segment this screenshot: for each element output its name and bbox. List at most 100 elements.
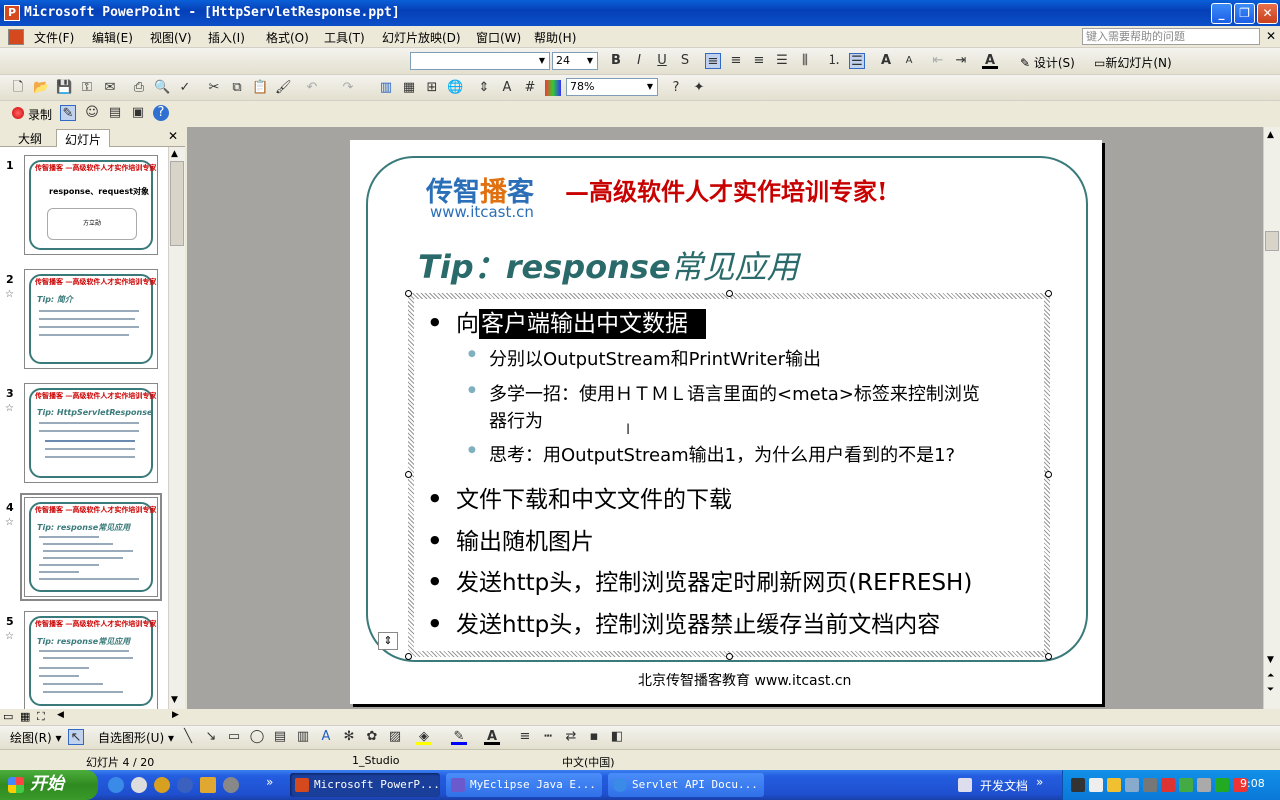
resize-handle[interactable]	[1045, 290, 1052, 297]
slide-thumbnail-2[interactable]: 传智播客 —高级软件人才实作培训专家! Tip: 简介	[24, 269, 158, 369]
shadow-icon[interactable]: S	[677, 53, 693, 69]
font-size-combo[interactable]: 24 ▼	[552, 52, 598, 70]
research-icon[interactable]: ✦	[691, 80, 707, 96]
dash-style-icon[interactable]: ┅	[540, 729, 556, 745]
tray-icon[interactable]	[1179, 778, 1193, 792]
insert-chart-icon[interactable]: ▥	[378, 80, 394, 96]
oval-icon[interactable]: ◯	[249, 729, 265, 745]
line-color-icon[interactable]: ✎	[451, 729, 467, 745]
help-search-input[interactable]: 键入需要帮助的问题	[1082, 28, 1260, 45]
dev-docs-toolbar[interactable]: 开发文档	[980, 777, 1028, 794]
hyperlink-icon[interactable]: 🌐	[447, 80, 463, 96]
slide-thumbnail-3[interactable]: 传智播客 —高级软件人才实作培训专家! Tip: HttpServletResp…	[24, 383, 158, 483]
menu-insert[interactable]: 插入(I)	[208, 29, 245, 46]
sub-bullet-2-line1[interactable]: 多学一招：使用ＨＴＭＬ语言里面的<meta>标签来控制浏览	[489, 380, 980, 406]
align-left-icon[interactable]: ≡	[705, 53, 721, 69]
sub-bullet-3[interactable]: 思考：用OutputStream输出1，为什么用户看到的不是1?	[489, 441, 955, 467]
menu-edit[interactable]: 编辑(E)	[92, 29, 133, 46]
copy-icon[interactable]: ⧉	[229, 80, 245, 96]
quicklaunch-more-icon[interactable]: »	[266, 775, 273, 789]
sub-bullet-2-line2[interactable]: 器行为	[489, 407, 543, 433]
resize-handle[interactable]	[726, 290, 733, 297]
resize-handle[interactable]	[1045, 653, 1052, 660]
previous-slide-icon[interactable]: ⏶	[1267, 671, 1274, 681]
fill-color-icon[interactable]: ◈	[416, 729, 432, 745]
show-formatting-icon[interactable]: A	[499, 80, 515, 96]
font-color-icon[interactable]: A	[982, 53, 998, 69]
arrow-style-icon[interactable]: ⇄	[563, 729, 579, 745]
content-textbox[interactable]: ● 向客户端输出中文数据 ● 分别以OutputStream和PrintWrit…	[408, 293, 1050, 657]
numbering-icon[interactable]: ⒈	[826, 53, 842, 69]
tab-slides[interactable]: 幻灯片	[56, 129, 111, 147]
tray-icon[interactable]	[1107, 778, 1121, 792]
slide-thumbnail-4[interactable]: 传智播客 —高级软件人才实作培训专家! Tip: response常见应用	[20, 493, 162, 601]
font-name-combo[interactable]: ▼	[410, 52, 550, 70]
permission-icon[interactable]: ⚿	[79, 80, 95, 96]
menu-window[interactable]: 窗口(W)	[476, 29, 521, 46]
menu-view[interactable]: 视图(V)	[150, 29, 192, 46]
redo-icon[interactable]: ↷	[340, 80, 356, 96]
shadow-style-icon[interactable]: ▪	[586, 729, 602, 745]
slideshow-view-icon[interactable]: ⛶	[37, 710, 45, 724]
columns-icon[interactable]: ⫼	[797, 53, 813, 69]
minimize-button[interactable]: _	[1211, 3, 1232, 24]
pen-icon[interactable]: ✎	[60, 105, 76, 121]
scroll-thumb[interactable]	[170, 161, 184, 246]
picture-icon[interactable]: ▨	[387, 729, 403, 745]
rectangle-icon[interactable]: ▭	[226, 729, 242, 745]
record-button[interactable]: 录制	[28, 106, 52, 123]
font-color-icon[interactable]: A	[484, 729, 500, 745]
scroll-up-icon[interactable]: ▲	[1267, 130, 1274, 140]
underline-icon[interactable]: U	[654, 53, 670, 69]
tables-borders-icon[interactable]: ⊞	[424, 80, 440, 96]
resize-handle[interactable]	[405, 290, 412, 297]
line-style-icon[interactable]: ≡	[517, 729, 533, 745]
ie-icon[interactable]	[108, 777, 124, 793]
zoom-combo[interactable]: 78% ▼	[566, 78, 658, 96]
spelling-icon[interactable]: ✓	[177, 80, 193, 96]
start-button[interactable]: 开始	[0, 770, 98, 800]
task-servlet-docs[interactable]: Servlet API Docu...	[608, 773, 764, 797]
print-icon[interactable]: ⎙	[131, 80, 147, 96]
clipart-icon[interactable]: ✿	[364, 729, 380, 745]
maximize-button[interactable]: ❐	[1234, 3, 1255, 24]
3d-style-icon[interactable]: ◧	[609, 729, 625, 745]
new-file-icon[interactable]: 🗋	[10, 80, 26, 96]
textbox-icon[interactable]: ▤	[272, 729, 288, 745]
insert-table-icon[interactable]: ▦	[401, 80, 417, 96]
autofit-options-icon[interactable]: ⇕	[378, 632, 398, 650]
resize-handle[interactable]	[726, 653, 733, 660]
menu-slideshow[interactable]: 幻灯片放映(D)	[382, 29, 461, 46]
slides-icon[interactable]: ▤	[107, 105, 123, 121]
thumbnail-scrollbar[interactable]: ▲ ▼	[168, 147, 185, 709]
slide-canvas[interactable]: 传智播客 www.itcast.cn —高级软件人才实作培训专家! Tip：re…	[350, 140, 1102, 704]
network-icon[interactable]	[1143, 778, 1157, 792]
quicklaunch-icon[interactable]	[154, 777, 170, 793]
sorter-view-icon[interactable]: ▦	[20, 710, 30, 723]
resize-handle[interactable]	[405, 471, 412, 478]
quicklaunch-icon[interactable]	[223, 777, 239, 793]
task-powerpoint[interactable]: Microsoft PowerP...	[290, 773, 440, 797]
bullet-4[interactable]: 发送http头，控制浏览器定时刷新网页(REFRESH)	[456, 563, 972, 597]
slide-thumbnail-5[interactable]: 传智播客 —高级软件人才实作培训专家! Tip: response常见应用	[24, 611, 158, 709]
menu-tools[interactable]: 工具(T)	[324, 29, 365, 46]
menu-file[interactable]: 文件(F)	[34, 29, 74, 46]
expand-all-icon[interactable]: ⇕	[476, 80, 492, 96]
cut-icon[interactable]: ✂	[206, 80, 222, 96]
scroll-right-icon[interactable]: ▶	[172, 710, 179, 720]
resize-handle[interactable]	[1045, 471, 1052, 478]
wordart-icon[interactable]: A	[318, 729, 334, 745]
close-button[interactable]: ✕	[1257, 3, 1278, 24]
open-folder-icon[interactable]: 📂	[33, 80, 49, 96]
horizontal-scrollbar[interactable]	[185, 709, 1263, 725]
undo-icon[interactable]: ↶	[304, 80, 320, 96]
tray-icon[interactable]	[1125, 778, 1139, 792]
bullet-3[interactable]: 输出随机图片	[456, 522, 594, 556]
save-icon[interactable]: 💾	[56, 80, 72, 96]
quicklaunch-icon[interactable]	[131, 777, 147, 793]
resize-handle[interactable]	[405, 653, 412, 660]
bullets-icon[interactable]: ☰	[849, 53, 865, 69]
volume-icon[interactable]	[1197, 778, 1211, 792]
diagram-icon[interactable]: ✻	[341, 729, 357, 745]
new-slide-button[interactable]: ▭新幻灯片(N)	[1094, 54, 1172, 71]
